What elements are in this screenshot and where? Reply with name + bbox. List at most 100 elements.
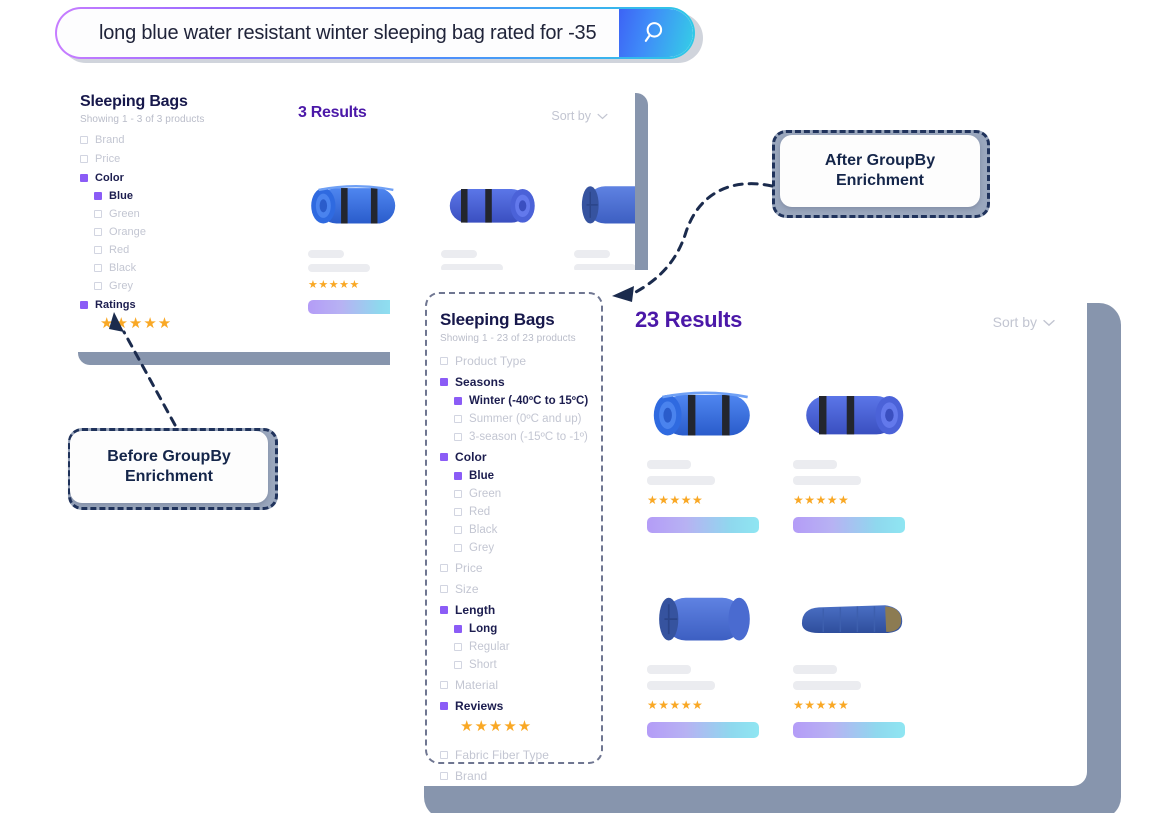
filter-label: Green xyxy=(109,208,140,220)
search-bar xyxy=(55,7,703,63)
product-card-body: ★★★★★ xyxy=(635,460,775,533)
chevron-down-icon xyxy=(597,109,608,123)
add-to-cart-button[interactable] xyxy=(647,722,759,738)
product-title-placeholder xyxy=(793,665,837,674)
checkbox-icon[interactable] xyxy=(94,210,102,218)
checkbox-icon[interactable] xyxy=(80,136,88,144)
after-sort-by-label: Sort by xyxy=(992,314,1037,330)
after-callout: After GroupBy Enrichment xyxy=(780,135,980,207)
product-image xyxy=(298,142,413,250)
add-to-cart-button[interactable] xyxy=(308,300,403,314)
filter-row[interactable]: Brand xyxy=(80,134,230,146)
product-rating-stars: ★★★★★ xyxy=(793,493,850,507)
after-results-title: 23 Results xyxy=(635,307,743,332)
product-card[interactable]: ★★★★★ xyxy=(781,352,921,557)
before-callout-line2: Enrichment xyxy=(124,468,213,485)
search-bar-frame xyxy=(55,7,695,59)
product-desc-placeholder xyxy=(647,476,715,485)
checkbox-checked-icon[interactable] xyxy=(80,174,88,182)
search-button[interactable] xyxy=(619,9,693,57)
product-image xyxy=(635,352,775,460)
product-card[interactable]: ★★★★★ xyxy=(635,762,775,786)
filter-label: Orange xyxy=(109,226,146,238)
product-desc-placeholder xyxy=(793,681,861,690)
before-callout: Before GroupBy Enrichment xyxy=(70,431,268,503)
product-title-placeholder xyxy=(574,250,610,258)
filter-row[interactable]: Blue xyxy=(80,190,230,202)
product-card[interactable]: ★★★★★ xyxy=(781,557,921,762)
checkbox-icon[interactable] xyxy=(94,282,102,290)
product-desc-placeholder xyxy=(647,681,715,690)
filter-label: Ratings xyxy=(95,299,136,311)
checkbox-icon[interactable] xyxy=(80,155,88,163)
product-image xyxy=(781,762,921,786)
add-to-cart-button[interactable] xyxy=(793,722,905,738)
after-filters-highlight-outline xyxy=(425,292,603,764)
before-callout-line1: Before GroupBy xyxy=(107,448,231,465)
filter-label: Color xyxy=(95,172,124,184)
after-sort-by[interactable]: Sort by xyxy=(993,314,1055,330)
product-title-placeholder xyxy=(647,460,691,469)
product-desc-placeholder xyxy=(793,476,861,485)
product-rating-stars: ★★★★★ xyxy=(647,698,704,712)
product-card[interactable]: ★★★★★ xyxy=(781,762,921,786)
filter-label: Black xyxy=(109,262,137,274)
checkbox-checked-icon[interactable] xyxy=(94,192,102,200)
product-title-placeholder xyxy=(793,460,837,469)
after-product-grid: ★★★★★★★★★★★★★★★★★★★★★★★★★★★★★★ xyxy=(635,352,1065,786)
product-image xyxy=(781,557,921,665)
add-to-cart-button[interactable] xyxy=(793,517,905,533)
filter-label: Blue xyxy=(109,190,134,202)
filter-row[interactable]: Price xyxy=(80,153,230,165)
product-card-body: ★★★★★ xyxy=(781,665,921,738)
search-bar-inner xyxy=(57,9,693,57)
filter-row[interactable]: Brand xyxy=(440,769,600,783)
before-results-title: 3 Results xyxy=(298,104,367,121)
filter-row[interactable]: Orange xyxy=(80,226,230,238)
product-rating-stars: ★★★★★ xyxy=(308,279,360,291)
filter-row[interactable]: Green xyxy=(80,208,230,220)
filter-row[interactable]: Ratings xyxy=(80,299,230,311)
product-rating-stars: ★★★★★ xyxy=(647,493,704,507)
chevron-down-icon xyxy=(1043,314,1055,330)
product-title-placeholder xyxy=(647,665,691,674)
product-image xyxy=(431,142,546,250)
product-title-placeholder xyxy=(308,250,344,258)
filter-row[interactable]: Color xyxy=(80,172,230,184)
checkbox-icon[interactable] xyxy=(94,228,102,236)
product-title-placeholder xyxy=(441,250,477,258)
filter-row[interactable]: Red xyxy=(80,244,230,256)
product-rating-stars: ★★★★★ xyxy=(793,698,850,712)
product-image xyxy=(564,142,635,250)
product-card[interactable]: ★★★★★ xyxy=(635,557,775,762)
before-sidebar-showing: Showing 1 - 3 of 3 products xyxy=(80,114,205,125)
after-callout-line1: After GroupBy xyxy=(824,152,936,169)
product-image xyxy=(635,557,775,665)
product-card-body: ★★★★★ xyxy=(635,665,775,738)
checkbox-icon[interactable] xyxy=(94,246,102,254)
filter-label: Red xyxy=(109,244,130,256)
before-rating-stars[interactable]: ★★★★★ xyxy=(80,316,230,331)
product-image xyxy=(635,762,775,786)
search-icon xyxy=(643,19,669,48)
product-image xyxy=(781,352,921,460)
checkbox-icon[interactable] xyxy=(440,772,448,780)
filter-label: Brand xyxy=(95,134,125,146)
checkbox-icon[interactable] xyxy=(94,264,102,272)
filter-label: Price xyxy=(95,153,121,165)
before-filter-sidebar: Sleeping Bags Showing 1 - 3 of 3 product… xyxy=(80,93,230,331)
product-card[interactable]: ★★★★★ xyxy=(635,352,775,557)
filter-label: Brand xyxy=(455,769,488,783)
product-card-body: ★★★★★ xyxy=(781,460,921,533)
filter-row[interactable]: Grey xyxy=(80,280,230,292)
search-input[interactable] xyxy=(57,9,619,57)
filter-label: Grey xyxy=(109,280,134,292)
before-filter-list: Brand Price Color Blue Green Orange Red Black Gr… xyxy=(80,134,230,311)
app-root: Sleeping Bags Showing 1 - 3 of 3 product… xyxy=(0,0,1152,813)
filter-row[interactable]: Black xyxy=(80,262,230,274)
checkbox-checked-icon[interactable] xyxy=(80,301,88,309)
before-sort-by[interactable]: Sort by xyxy=(551,109,608,123)
add-to-cart-button[interactable] xyxy=(647,517,759,533)
before-sidebar-title: Sleeping Bags xyxy=(80,93,188,110)
product-desc-placeholder xyxy=(308,264,370,272)
